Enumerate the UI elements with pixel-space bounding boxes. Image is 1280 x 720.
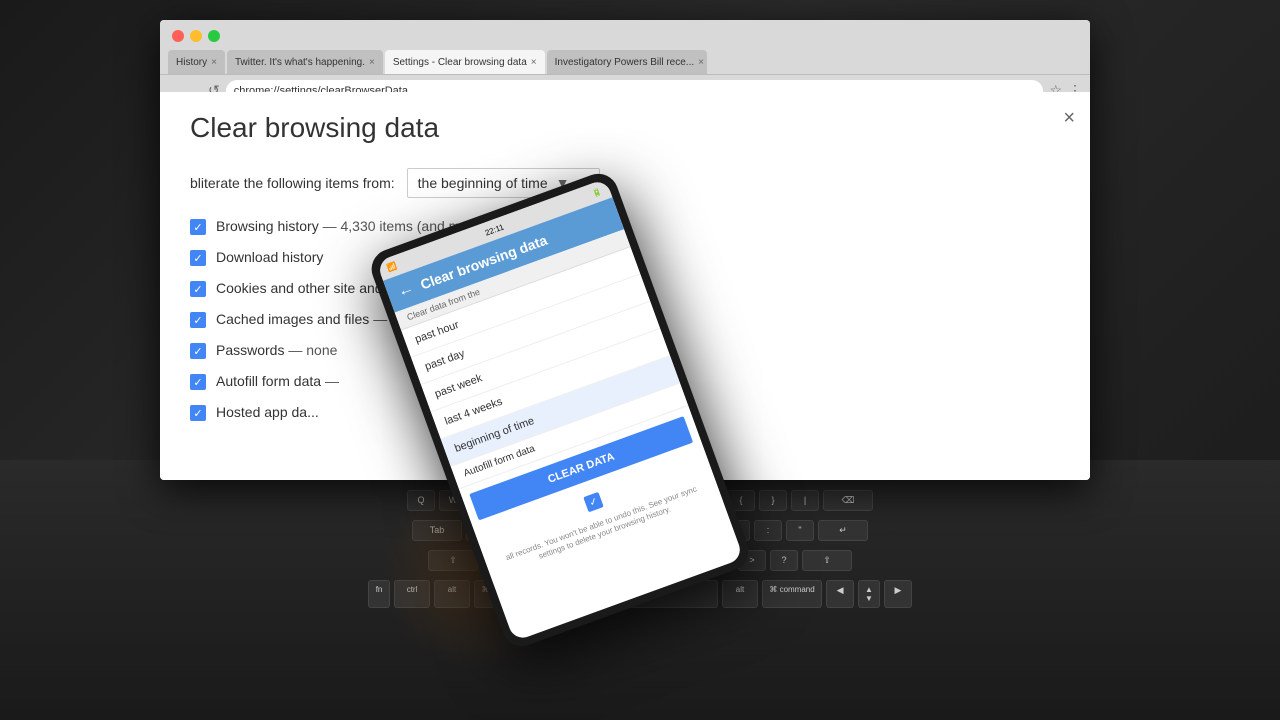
browsing-history-text: Browsing history <box>216 218 319 234</box>
traffic-lights <box>160 20 1090 46</box>
download-history-label: Download history <box>216 249 323 265</box>
phone-battery: 🔋 <box>591 186 603 198</box>
tab-investigatory-close[interactable]: × <box>698 57 704 68</box>
tab-twitter[interactable]: Twitter. It's what's happening. × <box>227 50 383 74</box>
key-quote[interactable]: " <box>786 520 814 541</box>
from-row: bliterate the following items from: the … <box>190 168 1060 198</box>
time-range-value: the beginning of time <box>418 175 548 191</box>
key-alt-right[interactable]: alt <box>722 580 758 608</box>
tab-investigatory[interactable]: Investigatory Powers Bill rece... × <box>547 50 707 74</box>
key-command-right[interactable]: ⌘ command <box>762 580 822 608</box>
autofill-label: Autofill form data <box>216 373 321 389</box>
phone-time: 22:11 <box>484 222 505 237</box>
tab-twitter-label: Twitter. It's what's happening. <box>235 57 365 68</box>
passwords-detail: — none <box>288 342 337 358</box>
key-semicolon[interactable]: : <box>754 520 782 541</box>
from-label: bliterate the following items from: <box>190 175 395 191</box>
tab-investigatory-label: Investigatory Powers Bill rece... <box>555 57 695 68</box>
tab-history[interactable]: History × <box>168 50 225 74</box>
tab-settings-close[interactable]: × <box>531 57 537 68</box>
download-history-checkbox[interactable] <box>190 250 206 266</box>
key-arrow-up[interactable]: ▲▼ <box>858 580 880 608</box>
browser-chrome: History × Twitter. It's what's happening… <box>160 20 1090 92</box>
browsing-history-checkbox[interactable] <box>190 219 206 235</box>
cached-images-label: Cached images and files <box>216 311 369 327</box>
autofill-full: Autofill form data — <box>216 373 339 389</box>
passwords-label: Passwords <box>216 342 284 358</box>
phone-carrier: 📶 <box>386 261 398 273</box>
key-backslash[interactable]: | <box>791 490 819 511</box>
autofill-detail: — <box>325 373 339 389</box>
minimize-traffic-light[interactable] <box>190 30 202 42</box>
passwords-checkbox[interactable] <box>190 343 206 359</box>
phone-sync-checkbox[interactable] <box>583 492 604 513</box>
tab-settings-label: Settings - Clear browsing data <box>393 57 527 68</box>
close-traffic-light[interactable] <box>172 30 184 42</box>
page-title: Clear browsing data <box>190 112 1060 144</box>
cached-images-checkbox[interactable] <box>190 312 206 328</box>
passwords-full: Passwords — none <box>216 342 337 358</box>
key-shift-right[interactable]: ⇧ <box>802 550 852 571</box>
tab-settings[interactable]: Settings - Clear browsing data × <box>385 50 545 74</box>
key-enter[interactable]: ↵ <box>818 520 868 541</box>
autofill-checkbox[interactable] <box>190 374 206 390</box>
browser-tabs: History × Twitter. It's what's happening… <box>160 46 1090 74</box>
cookies-checkbox[interactable] <box>190 281 206 297</box>
tab-twitter-close[interactable]: × <box>369 57 375 68</box>
key-rightbracket[interactable]: } <box>759 490 787 511</box>
tab-history-close[interactable]: × <box>211 57 217 68</box>
key-arrow-left[interactable]: ◀ <box>826 580 854 608</box>
key-arrow-right[interactable]: ▶ <box>884 580 912 608</box>
hosted-app-label: Hosted app da... <box>216 404 319 420</box>
dialog-close-button[interactable]: × <box>1063 107 1075 130</box>
phone-back-button[interactable]: ← <box>395 279 416 301</box>
tab-history-label: History <box>176 57 207 68</box>
maximize-traffic-light[interactable] <box>208 30 220 42</box>
key-backspace[interactable]: ⌫ <box>823 490 873 511</box>
hosted-app-checkbox[interactable] <box>190 405 206 421</box>
key-slash[interactable]: ? <box>770 550 798 571</box>
